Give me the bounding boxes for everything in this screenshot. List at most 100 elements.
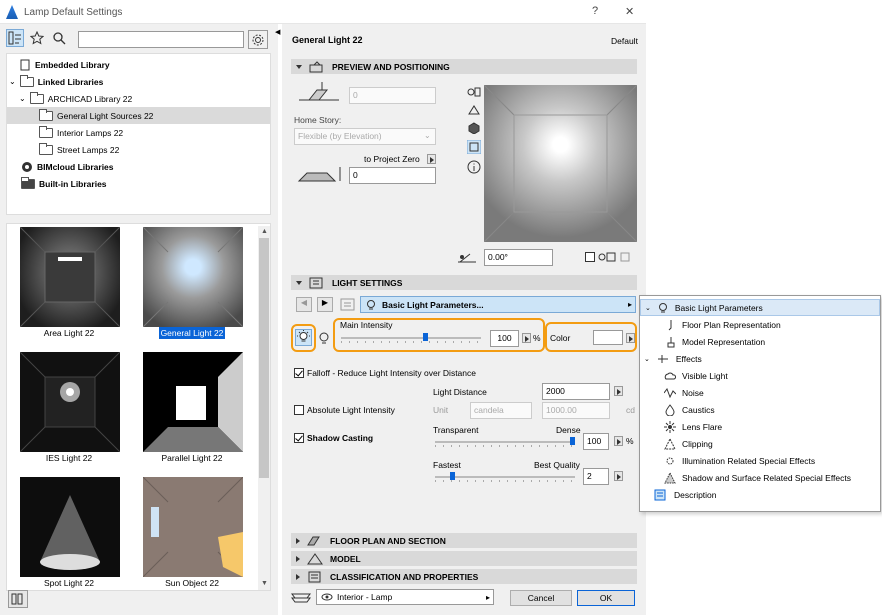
quality-slider-knob[interactable] xyxy=(449,472,455,480)
thumb-parallel-light[interactable] xyxy=(143,352,243,452)
3d-view-icon[interactable] xyxy=(467,122,481,134)
menu-item-basic-light[interactable]: ⌄ Basic Light Parameters xyxy=(640,299,880,316)
bulb-icon xyxy=(367,299,375,309)
elevation-input[interactable]: 0 xyxy=(349,87,436,104)
tree-item-builtin[interactable]: Built-in Libraries xyxy=(21,175,107,192)
plan-view-icon[interactable] xyxy=(467,86,481,98)
layer-select[interactable]: Interior - Lamp ▸ xyxy=(316,589,494,605)
menu-item-description[interactable]: Description xyxy=(640,486,880,503)
unit-select[interactable]: candela xyxy=(470,402,532,419)
cancel-button[interactable]: Cancel xyxy=(510,590,572,606)
section-classification[interactable]: CLASSIFICATION AND PROPERTIES xyxy=(291,569,637,584)
favorites-star-icon[interactable] xyxy=(28,29,46,47)
main-intensity-input[interactable]: 100 xyxy=(490,330,519,347)
thumb-ies-light[interactable] xyxy=(19,351,121,453)
light-distance-input[interactable]: 2000 xyxy=(542,383,610,400)
expand-chevron-icon[interactable]: ⌄ xyxy=(19,94,26,103)
unit-amount-input[interactable]: 1000.00 xyxy=(542,402,610,419)
home-story-select[interactable]: Flexible (by Elevation) xyxy=(294,128,436,145)
chevron-down-icon: ⌄ xyxy=(645,304,651,312)
scroll-down-icon[interactable]: ▼ xyxy=(261,580,268,587)
menu-item-effects[interactable]: ⌄ Effects xyxy=(640,350,880,367)
thumb-area-light[interactable] xyxy=(19,226,121,328)
tree-item-interior[interactable]: Interior Lamps 22 xyxy=(39,124,123,141)
tree-item-archicad[interactable]: ⌄ ARCHICAD Library 22 xyxy=(19,90,132,107)
search-icon[interactable] xyxy=(50,29,68,47)
search-input[interactable] xyxy=(78,31,244,48)
help-button[interactable]: ? xyxy=(592,5,598,17)
close-button[interactable]: ✕ xyxy=(625,5,634,18)
section-preview[interactable]: PREVIEW AND POSITIONING xyxy=(291,59,637,74)
preview-view-icon-selected[interactable] xyxy=(467,140,481,154)
library-manager-icon[interactable] xyxy=(8,590,28,608)
settings-gear-icon[interactable] xyxy=(248,30,268,49)
menu-item-caustics[interactable]: Caustics xyxy=(640,401,880,418)
intensity-arrow-button[interactable] xyxy=(522,333,531,343)
thumb-label: Sun Object 22 xyxy=(165,578,219,588)
distance-arrow-button[interactable] xyxy=(614,386,623,396)
quality-slider[interactable] xyxy=(435,472,575,482)
light-off-icon[interactable] xyxy=(318,331,330,346)
tree-item-embedded[interactable]: Embedded Library xyxy=(19,56,110,73)
main-intensity-slider[interactable] xyxy=(341,333,481,343)
tree-item-bimcloud[interactable]: BIMcloud Libraries xyxy=(21,158,114,175)
ok-button[interactable]: OK xyxy=(577,590,635,606)
prev-page-button[interactable]: ◀ xyxy=(296,297,312,312)
absolute-intensity-checkbox[interactable] xyxy=(294,405,304,415)
thumb-general-light[interactable] xyxy=(142,226,244,328)
noise-icon xyxy=(664,387,676,398)
mirror-icons[interactable] xyxy=(597,250,637,264)
shadow-density-input[interactable]: 100 xyxy=(583,433,609,450)
intensity-slider-knob[interactable] xyxy=(423,333,428,341)
shadow-casting-checkbox[interactable] xyxy=(294,433,304,443)
bimcloud-icon xyxy=(22,161,32,172)
shadow-density-slider[interactable] xyxy=(435,437,575,447)
color-arrow-button[interactable] xyxy=(626,333,635,343)
section-model[interactable]: MODEL xyxy=(291,551,637,566)
menu-item-model[interactable]: Model Representation xyxy=(640,333,880,350)
shadow-arrow-button[interactable] xyxy=(614,436,623,446)
mirror-checkbox[interactable] xyxy=(585,252,595,262)
expand-triangle-icon xyxy=(296,555,300,562)
next-page-button[interactable]: ▶ xyxy=(317,297,333,312)
page-select[interactable]: Basic Light Parameters... ▸ xyxy=(360,296,636,313)
effects-icon xyxy=(657,354,668,363)
info-icon[interactable] xyxy=(467,160,481,174)
description-icon xyxy=(654,489,666,500)
menu-item-lens-flare[interactable]: Lens Flare xyxy=(640,418,880,435)
falloff-checkbox[interactable] xyxy=(294,368,304,378)
section-floor-plan[interactable]: FLOOR PLAN AND SECTION xyxy=(291,533,637,548)
menu-item-floor-plan[interactable]: Floor Plan Representation xyxy=(640,316,880,333)
color-swatch[interactable] xyxy=(593,330,623,345)
quality-input[interactable]: 2 xyxy=(583,468,609,485)
object-gallery: Area Light 22 General Light 22 IES Light… xyxy=(6,223,271,591)
archicad-logo-icon xyxy=(6,5,18,19)
menu-item-shadow-effects[interactable]: Shadow and Surface Related Special Effec… xyxy=(640,469,880,486)
tree-item-street[interactable]: Street Lamps 22 xyxy=(39,141,119,158)
menu-item-clipping[interactable]: Clipping xyxy=(640,435,880,452)
tree-item-general-light[interactable]: General Light Sources 22 xyxy=(7,107,270,124)
scroll-up-icon[interactable]: ▲ xyxy=(261,228,268,235)
expand-chevron-icon[interactable]: ⌄ xyxy=(9,77,16,86)
angle-input[interactable]: 0.00° xyxy=(484,249,553,266)
menu-item-noise[interactable]: Noise xyxy=(640,384,880,401)
collapse-pane-icon[interactable]: ◀ xyxy=(275,28,280,36)
project-zero-arrow-button[interactable] xyxy=(427,154,436,164)
shadow-slider-knob[interactable] xyxy=(570,437,575,445)
light-on-toggle[interactable] xyxy=(295,329,312,346)
thumb-spot-light[interactable] xyxy=(20,477,120,577)
pane-splitter[interactable] xyxy=(272,24,278,615)
tree-item-linked[interactable]: ⌄ Linked Libraries xyxy=(9,73,103,90)
page-list-icon[interactable] xyxy=(340,298,356,311)
object-type-icon[interactable] xyxy=(6,29,24,47)
default-label: Default xyxy=(611,36,638,46)
section-view-icon[interactable] xyxy=(467,104,481,116)
offset-input[interactable]: 0 xyxy=(349,167,436,184)
menu-item-visible-light[interactable]: Visible Light xyxy=(640,367,880,384)
document-icon xyxy=(20,59,30,70)
section-light-settings[interactable]: LIGHT SETTINGS xyxy=(291,275,637,290)
scrollbar-thumb[interactable] xyxy=(259,238,269,478)
quality-arrow-button[interactable] xyxy=(614,471,623,481)
thumb-sun-object[interactable] xyxy=(142,476,244,578)
menu-item-illumination-effects[interactable]: Illumination Related Special Effects xyxy=(640,452,880,469)
